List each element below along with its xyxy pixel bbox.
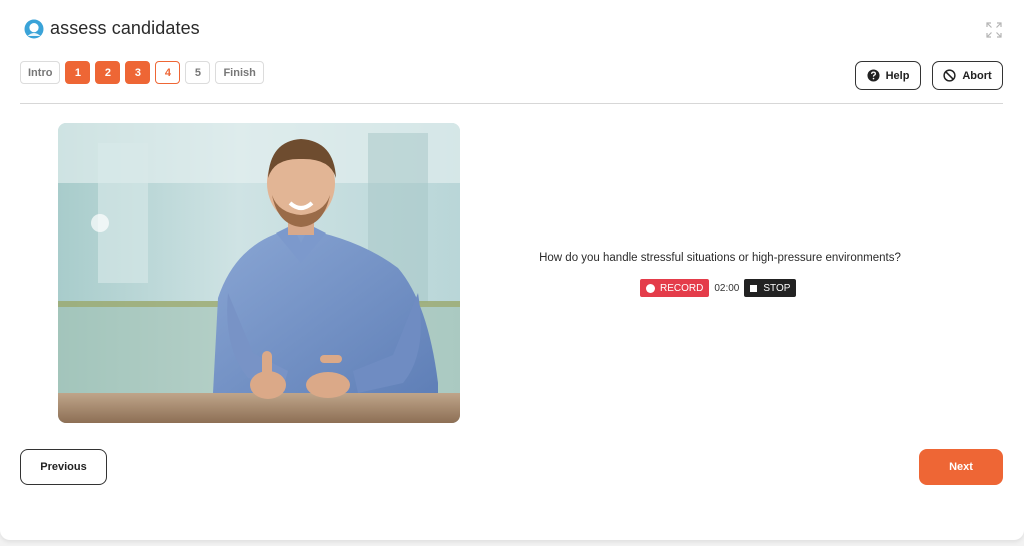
stop-button[interactable]: STOP xyxy=(744,279,797,297)
abort-label: Abort xyxy=(962,69,992,82)
candidate-video-frame xyxy=(58,123,460,423)
expand-icon[interactable] xyxy=(986,22,1002,38)
logo-icon xyxy=(24,19,44,38)
step-5: 5 xyxy=(185,61,211,84)
brand-name: assess candidates xyxy=(50,18,200,38)
record-button[interactable]: RECORD xyxy=(640,279,710,297)
step-indicator: Intro 1 2 3 4 5 Finish xyxy=(20,61,264,84)
help-label: Help xyxy=(885,69,910,82)
assessment-card: assess candidates Intro 1 2 3 4 5 Finish… xyxy=(0,0,1024,540)
record-dot-icon xyxy=(646,283,655,293)
step-1: 1 xyxy=(65,61,91,84)
abort-button[interactable]: Abort xyxy=(932,61,1003,90)
brand-logo: assess candidates xyxy=(24,18,200,39)
question-text: How do you handle stressful situations o… xyxy=(539,252,901,264)
record-timer: 02:00 xyxy=(714,282,740,294)
help-button[interactable]: Help xyxy=(855,61,921,90)
header-divider xyxy=(20,103,1003,104)
step-finish: Finish xyxy=(215,61,264,84)
step-intro: Intro xyxy=(20,61,61,84)
step-4: 4 xyxy=(155,61,181,84)
stop-square-icon xyxy=(750,284,758,292)
ban-icon xyxy=(943,69,956,82)
recording-controls: RECORD 02:00 STOP xyxy=(640,279,797,297)
step-2: 2 xyxy=(95,61,121,84)
next-button[interactable]: Next xyxy=(919,449,1003,485)
previous-button[interactable]: Previous xyxy=(20,449,107,485)
record-label: RECORD xyxy=(660,282,704,294)
step-3: 3 xyxy=(125,61,151,84)
question-circle-icon xyxy=(867,69,880,82)
candidate-video xyxy=(58,123,460,423)
stop-label: STOP xyxy=(763,282,791,294)
